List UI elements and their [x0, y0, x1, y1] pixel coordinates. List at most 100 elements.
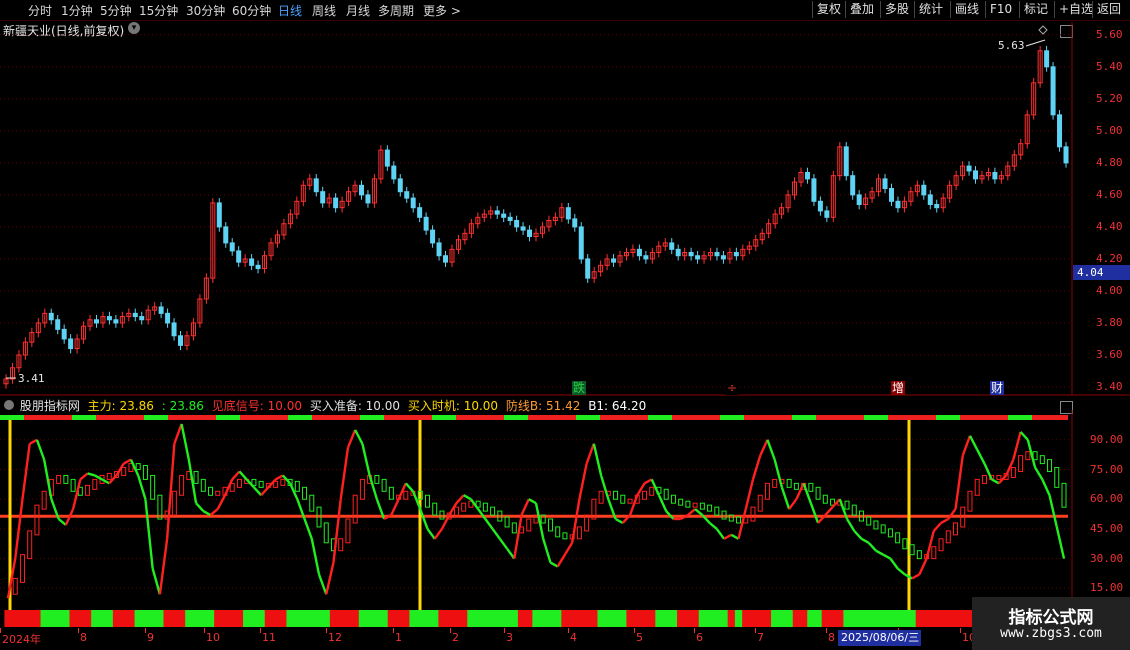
trend-bar-segment — [358, 610, 367, 627]
signal-bar-segment — [564, 415, 576, 420]
price-candle — [766, 218, 772, 239]
main-line-segment — [339, 447, 350, 500]
trend-bar-segment — [720, 610, 729, 627]
signal-bar-segment — [624, 415, 636, 420]
signal-step — [736, 516, 742, 524]
signal-bar-segment — [864, 415, 876, 420]
main-line-segment — [592, 443, 603, 476]
main-line-segment — [628, 494, 639, 516]
price-candle — [856, 190, 862, 210]
signal-step — [27, 530, 33, 560]
trend-bar-segment — [264, 610, 273, 627]
trend-bar-segment — [293, 610, 302, 627]
signal-step — [707, 504, 713, 512]
signal-step — [359, 478, 365, 500]
trend-bar-segment — [590, 610, 598, 627]
main-line-segment — [556, 554, 566, 568]
price-tick-label: 4.40 — [1096, 219, 1123, 233]
price-candle — [591, 266, 597, 283]
signal-step — [967, 490, 973, 512]
signal-step — [641, 490, 647, 500]
main-line-segment — [875, 549, 884, 556]
main-line-segment — [303, 518, 313, 540]
main-line-segment — [1034, 466, 1044, 481]
main-line-segment — [151, 568, 162, 595]
trend-bar-segment — [698, 610, 707, 627]
trend-bar-segment — [894, 610, 902, 627]
trend-bar-segment — [76, 610, 85, 627]
price-candle — [468, 218, 474, 239]
price-candle — [313, 174, 319, 197]
signal-bar-segment — [792, 415, 804, 420]
date-tick — [145, 628, 146, 633]
signal-bar-segment — [924, 415, 936, 420]
price-candle — [998, 170, 1004, 184]
price-candle — [572, 214, 578, 232]
price-candle — [210, 198, 216, 283]
main-line-segment — [737, 508, 747, 540]
main-line-segment — [578, 463, 588, 500]
price-candle — [1037, 46, 1043, 88]
trend-bar-segment — [662, 610, 671, 627]
price-candle — [598, 260, 604, 277]
price-candle — [630, 244, 636, 258]
date-tick-label: 8 — [828, 631, 835, 644]
chevron-down-icon[interactable] — [4, 400, 14, 410]
signal-bar-segment — [816, 415, 828, 420]
price-candle — [888, 183, 894, 207]
main-line-segment — [831, 498, 841, 508]
trend-bar-segment — [930, 610, 938, 627]
price-candle — [229, 238, 235, 256]
price-candle — [507, 212, 513, 226]
trend-bar-segment — [235, 610, 244, 627]
event-marker-increase[interactable]: 增 — [891, 381, 905, 395]
trend-bar-segment — [467, 610, 476, 627]
main-line-segment — [723, 533, 732, 540]
trend-bar-segment — [604, 610, 613, 627]
signal-step — [757, 494, 763, 512]
main-line-segment — [390, 498, 400, 516]
price-candle — [759, 228, 765, 245]
trend-bar-segment — [47, 610, 56, 627]
event-marker-dividend[interactable]: ÷ — [725, 381, 739, 395]
main-line-segment — [238, 470, 248, 481]
price-candle — [190, 318, 196, 341]
trend-bar-segment — [886, 610, 895, 627]
signal-bar-segment — [192, 415, 204, 420]
price-candle — [494, 206, 500, 219]
signal-step — [92, 478, 98, 490]
signal-step — [85, 484, 91, 496]
signal-bar-segment — [912, 415, 924, 420]
price-candle — [449, 244, 455, 267]
trend-bar-segment — [568, 610, 577, 627]
signal-bar-segment — [240, 415, 252, 420]
date-tick — [960, 628, 961, 633]
price-candle — [850, 170, 856, 200]
price-candle — [746, 241, 752, 255]
price-candle — [35, 318, 41, 338]
signal-bar-segment — [480, 415, 492, 420]
price-candle — [798, 167, 804, 187]
price-candle — [1044, 46, 1050, 72]
signal-step — [309, 494, 315, 512]
price-candle — [184, 330, 190, 351]
signal-bar-segment — [120, 415, 132, 420]
event-marker-finance[interactable]: 财 — [990, 381, 1004, 395]
event-marker-drop[interactable]: 跌 — [572, 381, 586, 395]
signal-step — [63, 474, 69, 484]
trend-bar-segment — [438, 610, 447, 627]
trend-bar-segment — [669, 610, 678, 627]
signal-bar-segment — [960, 415, 972, 420]
price-tick-label: 4.80 — [1096, 155, 1123, 169]
price-candle — [287, 209, 293, 229]
signal-step — [403, 490, 409, 500]
price-candle — [48, 308, 54, 325]
main-line-segment — [657, 494, 668, 512]
price-candle — [578, 222, 584, 264]
main-line-segment — [216, 494, 227, 510]
price-candle — [203, 273, 209, 304]
signal-step — [772, 478, 778, 488]
price-candle — [979, 170, 985, 184]
signal-step — [142, 465, 148, 480]
logo-url: www.zbgs3.com — [1000, 626, 1102, 641]
